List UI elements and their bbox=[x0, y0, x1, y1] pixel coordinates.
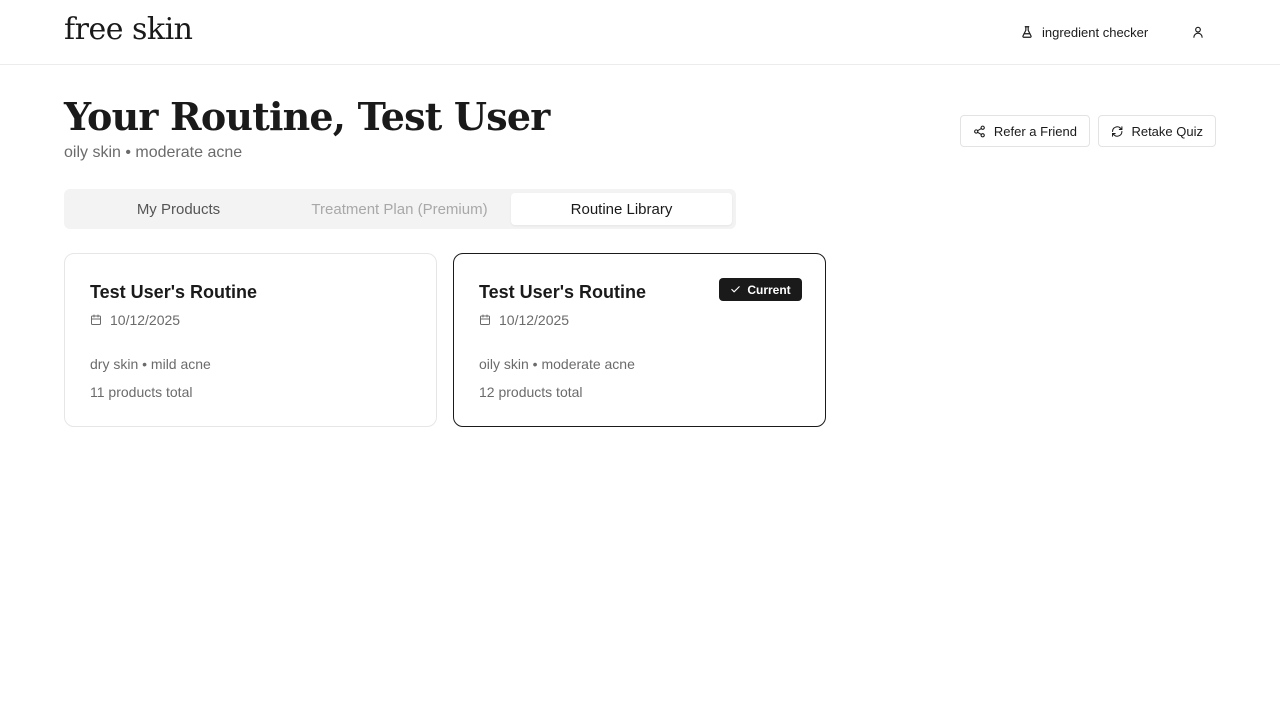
routine-date-text: 10/12/2025 bbox=[499, 312, 570, 328]
user-account-button[interactable] bbox=[1188, 22, 1208, 42]
flask-icon bbox=[1022, 26, 1032, 38]
routine-card-current[interactable]: Test User's Routine Current 10/12/2025 o… bbox=[453, 253, 826, 427]
user-icon bbox=[1193, 26, 1203, 38]
routine-tabs: My Products Treatment Plan (Premium) Rou… bbox=[64, 189, 736, 229]
tab-my-products[interactable]: My Products bbox=[68, 193, 289, 225]
routine-title: Test User's Routine bbox=[90, 282, 257, 302]
page-title: Your Routine, Test User bbox=[64, 94, 550, 139]
retake-quiz-label: Retake Quiz bbox=[1131, 123, 1203, 139]
current-badge: Current bbox=[719, 278, 802, 301]
current-badge-label: Current bbox=[747, 282, 791, 297]
routine-title: Test User's Routine bbox=[479, 282, 646, 302]
routine-date: 10/12/2025 bbox=[90, 312, 180, 328]
ingredient-checker-label: ingredient checker bbox=[1042, 24, 1149, 40]
calendar-icon bbox=[91, 314, 101, 325]
routine-date-text: 10/12/2025 bbox=[110, 312, 181, 328]
routine-card[interactable]: Test User's Routine 10/12/2025 dry skin … bbox=[64, 253, 437, 427]
skin-profile-subtitle: oily skin • moderate acne bbox=[64, 144, 243, 161]
routine-product-count: 12 products total bbox=[479, 384, 583, 400]
refer-a-friend-button[interactable]: Refer a Friend bbox=[960, 115, 1090, 147]
routine-skin-profile: oily skin • moderate acne bbox=[479, 356, 635, 372]
routine-product-count: 11 products total bbox=[90, 384, 193, 400]
check-icon bbox=[731, 286, 741, 293]
ingredient-checker-link[interactable]: ingredient checker bbox=[1020, 22, 1148, 42]
top-navbar: free skin ingredient checker bbox=[0, 0, 1280, 65]
routine-skin-profile: dry skin • mild acne bbox=[90, 356, 211, 372]
calendar-icon bbox=[480, 314, 490, 325]
retake-quiz-button[interactable]: Retake Quiz bbox=[1098, 115, 1216, 147]
tab-treatment-plan[interactable]: Treatment Plan (Premium) bbox=[289, 193, 510, 225]
share-icon bbox=[974, 125, 985, 137]
tab-routine-library[interactable]: Routine Library bbox=[511, 193, 732, 225]
routine-date: 10/12/2025 bbox=[479, 312, 569, 328]
refresh-icon bbox=[1112, 125, 1123, 137]
refer-a-friend-label: Refer a Friend bbox=[993, 123, 1077, 139]
brand-logo[interactable]: free skin bbox=[64, 12, 193, 47]
